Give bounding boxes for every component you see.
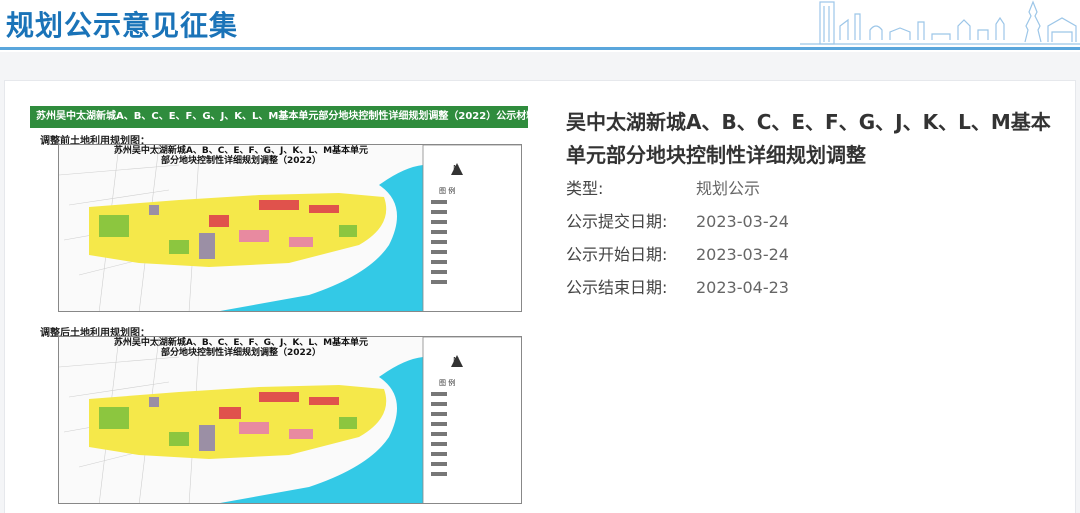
map-title-line1: 苏州吴中太湖新城A、B、C、E、F、G、J、K、L、M基本单元 xyxy=(113,146,369,156)
page-title: 规划公示意见征集 xyxy=(6,9,239,42)
submit-date-label: 公示提交日期: xyxy=(566,212,668,231)
start-date-label: 公示开始日期: xyxy=(566,245,668,264)
map-title-line1: 苏州吴中太湖新城A、B、C、E、F、G、J、K、L、M基本单元 xyxy=(113,338,369,348)
map-title-line2: 部分地块控制性详细规划调整（2022） xyxy=(160,348,322,358)
end-date-label: 公示结束日期: xyxy=(566,278,668,297)
before-map: N 图 例 苏州吴中太湖新城A、B、C、E、F、G、J、K、L、M基本单元 部分… xyxy=(58,144,522,312)
announcement-title[interactable]: 吴中太湖新城A、B、C、E、F、G、J、K、L、M基本单元部分地块控制性详细规划… xyxy=(566,106,1056,172)
skyline-decoration-icon xyxy=(800,0,1080,45)
end-date-value: 2023-04-23 xyxy=(696,278,789,297)
end-date-row: 公示结束日期: 2023-04-23 xyxy=(566,271,1056,304)
plan-banner: 苏州吴中太湖新城A、B、C、E、F、G、J、K、L、M基本单元部分地块控制性详细… xyxy=(30,106,528,128)
type-row: 类型: 规划公示 xyxy=(566,172,1056,205)
plan-image[interactable]: 苏州吴中太湖新城A、B、C、E、F、G、J、K、L、M基本单元部分地块控制性详细… xyxy=(30,104,528,513)
map-title-line2: 部分地块控制性详细规划调整（2022） xyxy=(160,156,322,166)
announcement-detail: 吴中太湖新城A、B、C、E、F、G、J、K、L、M基本单元部分地块控制性详细规划… xyxy=(566,106,1056,304)
after-map-drawing-icon: N 图 例 xyxy=(59,337,521,503)
header-divider xyxy=(0,47,1080,50)
map-title: 苏州吴中太湖新城A、B、C、E、F、G、J、K、L、M基本单元 部分地块控制性详… xyxy=(59,338,423,358)
type-label: 类型: xyxy=(566,179,604,198)
legend-label: 图 例 xyxy=(439,186,455,195)
page-header: 规划公示意见征集 xyxy=(0,0,1080,52)
submit-date-value: 2023-03-24 xyxy=(696,212,789,231)
start-date-value: 2023-03-24 xyxy=(696,245,789,264)
legend-label: 图 例 xyxy=(439,378,455,387)
before-map-drawing-icon: N 图 例 xyxy=(59,145,521,311)
after-map: N 图 例 苏州吴中太湖新城A、B、C、E、F、G、J、K、L、M基本单元 部分… xyxy=(58,336,522,504)
map-title: 苏州吴中太湖新城A、B、C、E、F、G、J、K、L、M基本单元 部分地块控制性详… xyxy=(59,146,423,166)
submit-date-row: 公示提交日期: 2023-03-24 xyxy=(566,205,1056,238)
type-value: 规划公示 xyxy=(696,179,761,198)
start-date-row: 公示开始日期: 2023-03-24 xyxy=(566,238,1056,271)
